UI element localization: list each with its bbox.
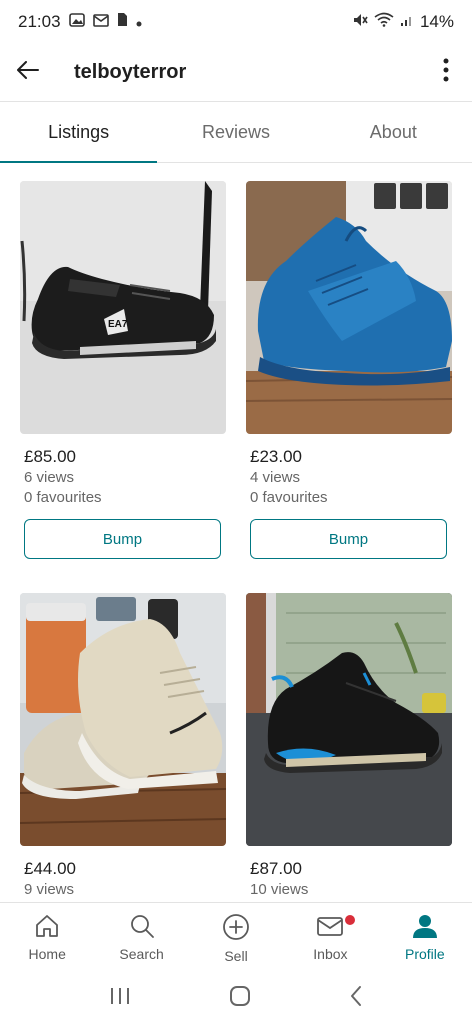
gmail-icon bbox=[92, 12, 109, 32]
status-right: 14% bbox=[352, 12, 454, 33]
listing-card[interactable]: £23.00 4 views 0 favourites Bump bbox=[246, 181, 452, 559]
nav-home[interactable]: Home bbox=[0, 903, 94, 972]
listing-views: 4 views bbox=[250, 469, 301, 486]
listing-price: £44.00 bbox=[24, 859, 76, 878]
tab-about[interactable]: About bbox=[315, 103, 472, 162]
search-icon bbox=[129, 913, 155, 946]
nav-inbox-label: Inbox bbox=[313, 946, 348, 962]
plus-circle-icon bbox=[222, 913, 250, 948]
listing-favourites: 0 favourites bbox=[250, 489, 328, 506]
more-vertical-icon bbox=[443, 58, 449, 87]
listing-views: 6 views bbox=[24, 469, 75, 486]
nav-profile-label: Profile bbox=[404, 946, 445, 962]
nav-home-label: Home bbox=[28, 946, 66, 962]
listing-photo-black-blue-jordan[interactable] bbox=[246, 593, 452, 846]
home-icon bbox=[34, 913, 60, 946]
bump-button[interactable]: Bump bbox=[250, 519, 447, 559]
listing-card[interactable]: EA7 £85.00 6 views 0 favourites Bump bbox=[20, 181, 226, 559]
nav-search-label: Search bbox=[119, 946, 164, 962]
status-left: 21:03 bbox=[18, 12, 142, 32]
listing-card[interactable]: £87.00 10 views bbox=[246, 593, 452, 901]
nav-search[interactable]: Search bbox=[94, 903, 188, 972]
battery-level: 14% bbox=[419, 12, 454, 31]
system-back-icon[interactable] bbox=[349, 985, 363, 1012]
inbox-badge bbox=[345, 915, 356, 925]
nav-profile[interactable]: Profile bbox=[378, 903, 472, 972]
bump-button[interactable]: Bump bbox=[24, 519, 221, 559]
profile-icon bbox=[411, 913, 439, 946]
tab-reviews[interactable]: Reviews bbox=[157, 103, 314, 162]
listing-favourites: 0 favourites bbox=[24, 489, 102, 506]
listing-price: £87.00 bbox=[250, 859, 302, 878]
listing-price: £23.00 bbox=[250, 447, 302, 466]
gallery-icon bbox=[68, 12, 85, 32]
svg-text:EA7: EA7 bbox=[108, 319, 128, 330]
back-arrow-icon bbox=[17, 61, 39, 84]
dot-icon bbox=[136, 12, 142, 32]
sim-icon bbox=[117, 12, 128, 32]
page-title: telboyterror bbox=[74, 61, 187, 83]
tab-listings[interactable]: Listings bbox=[0, 103, 158, 163]
mail-icon bbox=[316, 913, 344, 946]
nav-sell-label: Sell bbox=[224, 948, 248, 964]
more-options-button[interactable] bbox=[420, 44, 472, 102]
home-button-icon[interactable] bbox=[229, 985, 251, 1012]
app-header: telboyterror bbox=[0, 44, 472, 102]
listing-views: 10 views bbox=[250, 881, 309, 898]
recent-apps-icon[interactable] bbox=[109, 986, 131, 1011]
system-nav-bar bbox=[0, 972, 472, 1024]
listing-photo-blue-suede-hightop[interactable] bbox=[246, 181, 452, 434]
nav-sell[interactable]: Sell bbox=[189, 903, 283, 972]
wifi-icon bbox=[374, 12, 394, 32]
listing-photo-black-ea7-sneaker[interactable]: EA7 bbox=[20, 181, 226, 434]
listing-price: £85.00 bbox=[24, 447, 76, 466]
bottom-nav: Home Search Sell Inbox Profile bbox=[0, 902, 472, 972]
signal-icon bbox=[400, 12, 414, 32]
profile-tabs: Listings Reviews About bbox=[0, 103, 472, 163]
back-button[interactable] bbox=[0, 44, 56, 102]
listing-views: 9 views bbox=[24, 881, 75, 898]
status-bar: 21:03 14% bbox=[0, 0, 472, 44]
status-time: 21:03 bbox=[18, 12, 61, 31]
listing-photo-cream-nike-sneaker[interactable] bbox=[20, 593, 226, 846]
nav-inbox[interactable]: Inbox bbox=[283, 903, 377, 972]
mute-icon bbox=[352, 12, 368, 33]
listing-card[interactable]: £44.00 9 views bbox=[20, 593, 226, 901]
